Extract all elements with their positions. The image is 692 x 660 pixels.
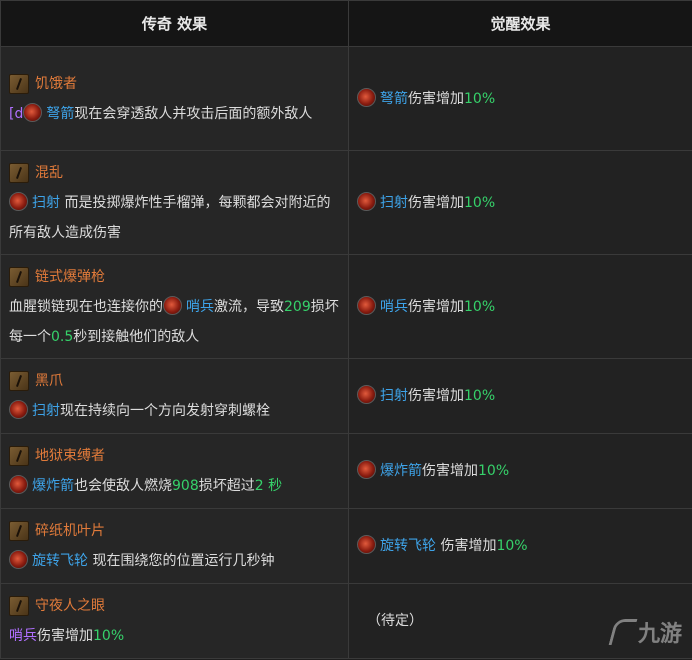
- legendary-cell: 链式爆弹枪 血腥锁链现在也连接你的 哨兵激流，导致209损坏每一个0.5秒到接触他…: [0, 254, 349, 359]
- skill-icon: [357, 460, 376, 479]
- header-awakened-effect: 觉醒效果: [348, 0, 692, 47]
- skill-link[interactable]: 哨兵: [380, 299, 408, 315]
- item-icon: [9, 162, 29, 183]
- legendary-desc: 扫射现在持续向一个方向发射穿刺螺栓: [9, 396, 340, 426]
- legendary-name: 碎纸机叶片: [35, 523, 105, 539]
- legendary-name: 地狱束缚者: [35, 448, 105, 464]
- legendary-cell: 守夜人之眼 哨兵伤害增加10%: [0, 583, 349, 659]
- skill-link[interactable]: 扫射: [32, 195, 60, 211]
- legendary-cell: 碎纸机叶片 旋转飞轮 现在围绕您的位置运行几秒钟: [0, 508, 349, 584]
- skill-icon: [357, 191, 376, 211]
- legendary-table: 传奇 效果 觉醒效果 饥饿者 [d 弩箭现在会穿透敌人并攻击后面的额外敌人 弩箭伤…: [0, 0, 692, 659]
- item-icon: [9, 596, 29, 616]
- skill-icon: [23, 102, 43, 122]
- awakened-cell: 哨兵伤害增加10%: [348, 254, 692, 359]
- skill-link[interactable]: 哨兵: [186, 299, 214, 315]
- item-icon: [9, 521, 29, 541]
- skill-link[interactable]: 哨兵: [9, 628, 37, 644]
- legendary-cell: 黑爪 扫射现在持续向一个方向发射穿刺螺栓: [0, 358, 349, 434]
- skill-icon: [163, 295, 182, 315]
- awakened-cell: 旋转飞轮 伤害增加10%: [348, 508, 692, 584]
- skill-link[interactable]: 旋转飞轮: [380, 538, 436, 554]
- awakened-cell: 弩箭伤害增加10%: [348, 46, 692, 151]
- legendary-desc: 哨兵伤害增加10%: [9, 628, 125, 644]
- legendary-name: 混乱: [35, 164, 63, 181]
- item-icon: [9, 73, 29, 94]
- awakened-cell: 扫射伤害增加10%: [348, 150, 692, 255]
- skill-icon: [357, 295, 376, 315]
- table-row: 黑爪 扫射现在持续向一个方向发射穿刺螺栓 扫射伤害增加10%: [0, 358, 692, 434]
- watermark-text: 九游: [637, 622, 682, 647]
- table-row: 碎纸机叶片 旋转飞轮 现在围绕您的位置运行几秒钟 旋转飞轮 伤害增加10%: [0, 508, 692, 584]
- table-row: 地狱束缚者 爆炸箭也会使敌人燃烧908损坏超过2 秒 爆炸箭伤害增加10%: [0, 433, 692, 509]
- skill-icon: [357, 535, 376, 554]
- legendary-name: 黑爪: [35, 373, 63, 389]
- skill-icon: [9, 475, 28, 494]
- skill-link[interactable]: 扫射: [380, 388, 408, 404]
- site-watermark: 九游: [608, 616, 682, 648]
- legendary-cell: 地狱束缚者 爆炸箭也会使敌人燃烧908损坏超过2 秒: [0, 433, 349, 509]
- skill-link[interactable]: 扫射: [32, 403, 60, 419]
- skill-icon: [9, 400, 28, 419]
- pending-text: （待定）: [367, 613, 423, 629]
- table-row: 混乱 扫射 而是投掷爆炸性手榴弹，每颗都会对附近的所有敌人造成伤害 扫射伤害增加…: [0, 150, 692, 255]
- legendary-name: 守夜人之眼: [35, 598, 105, 614]
- table-header-row: 传奇 效果 觉醒效果: [0, 0, 692, 47]
- skill-link[interactable]: 旋转飞轮: [32, 553, 88, 569]
- legendary-desc: 血腥锁链现在也连接你的 哨兵激流，导致209损坏每一个0.5秒到接触他们的敌人: [9, 292, 340, 352]
- skill-link[interactable]: 扫射: [380, 195, 408, 211]
- legendary-name: 饥饿者: [35, 75, 77, 92]
- awakened-cell: 爆炸箭伤害增加10%: [348, 433, 692, 509]
- table-row: 链式爆弹枪 血腥锁链现在也连接你的 哨兵激流，导致209损坏每一个0.5秒到接触他…: [0, 254, 692, 359]
- skill-link[interactable]: 弩箭: [46, 106, 74, 122]
- legendary-cell: 饥饿者 [d 弩箭现在会穿透敌人并攻击后面的额外敌人: [0, 46, 349, 151]
- legendary-desc: 扫射 而是投掷爆炸性手榴弹，每颗都会对附近的所有敌人造成伤害: [9, 188, 340, 248]
- legendary-name: 链式爆弹枪: [35, 268, 105, 285]
- skill-link[interactable]: 弩箭: [380, 91, 408, 107]
- item-icon: [9, 446, 29, 466]
- nine-games-logo-icon: [608, 619, 638, 645]
- skill-icon: [357, 87, 376, 107]
- legendary-desc: [d 弩箭现在会穿透敌人并攻击后面的额外敌人: [9, 99, 340, 129]
- legendary-desc: 爆炸箭也会使敌人燃烧908损坏超过2 秒: [9, 471, 340, 501]
- skill-icon: [9, 550, 28, 569]
- awakened-cell: 扫射伤害增加10%: [348, 358, 692, 434]
- header-legendary-effect: 传奇 效果: [0, 0, 349, 47]
- table-row: 守夜人之眼 哨兵伤害增加10% （待定）: [0, 583, 692, 659]
- legendary-cell: 混乱 扫射 而是投掷爆炸性手榴弹，每颗都会对附近的所有敌人造成伤害: [0, 150, 349, 255]
- item-icon: [9, 371, 29, 391]
- legendary-desc: 旋转飞轮 现在围绕您的位置运行几秒钟: [9, 546, 340, 576]
- skill-link[interactable]: 爆炸箭: [380, 463, 422, 479]
- item-icon: [9, 266, 29, 287]
- skill-icon: [9, 191, 28, 211]
- table-row: 饥饿者 [d 弩箭现在会穿透敌人并攻击后面的额外敌人 弩箭伤害增加10%: [0, 46, 692, 151]
- skill-icon: [357, 385, 376, 404]
- skill-link[interactable]: 爆炸箭: [32, 478, 74, 494]
